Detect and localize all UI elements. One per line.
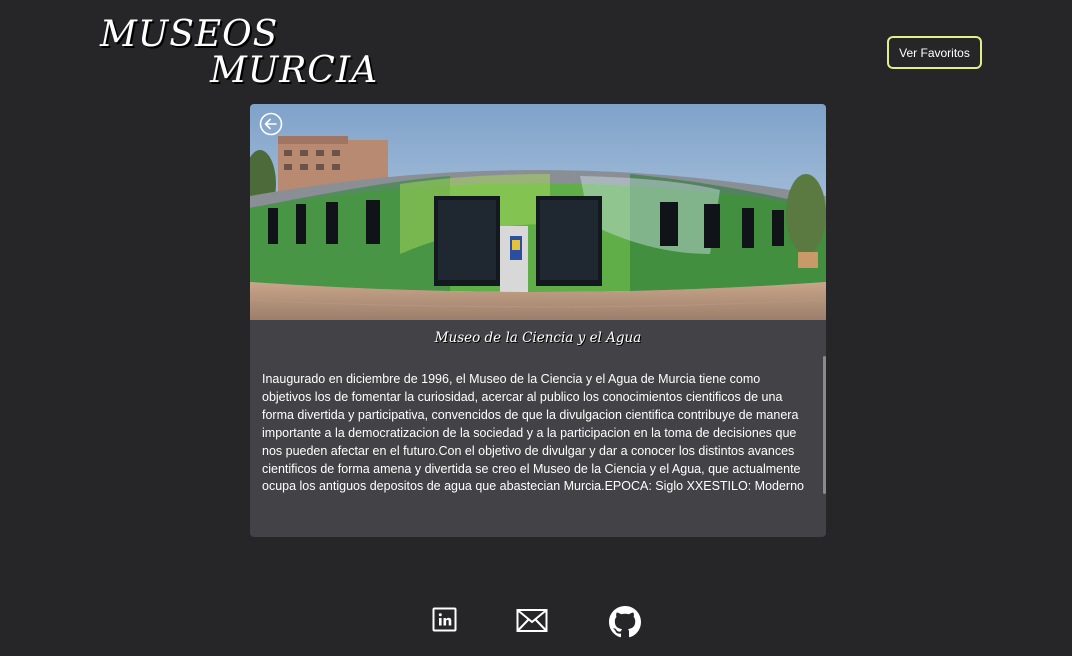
linkedin-icon [432,607,457,632]
museum-card: Museo de la Ciencia y el Agua Inaugurado… [250,104,826,537]
linkedin-link[interactable] [432,606,458,639]
site-logo[interactable]: MUSEOS MURCIA [100,10,377,92]
view-favorites-button[interactable]: Ver Favoritos [887,36,982,69]
email-link[interactable] [516,606,548,639]
logo-line-museos: MUSEOS [100,14,279,55]
museum-photo [250,104,826,320]
back-button[interactable] [259,112,283,136]
mail-icon [516,609,548,632]
museum-title: Museo de la Ciencia y el Agua [434,330,642,346]
github-icon [609,606,641,638]
description-scrollbar[interactable] [823,356,826,494]
museum-description: Inaugurado en diciembre de 1996, el Muse… [262,372,804,494]
description-scroll-area[interactable]: Inaugurado en diciembre de 1996, el Muse… [262,354,826,496]
logo-line-murcia: MURCIA [210,50,379,91]
github-link[interactable] [609,606,641,643]
arrow-left-circle-icon [259,112,283,136]
